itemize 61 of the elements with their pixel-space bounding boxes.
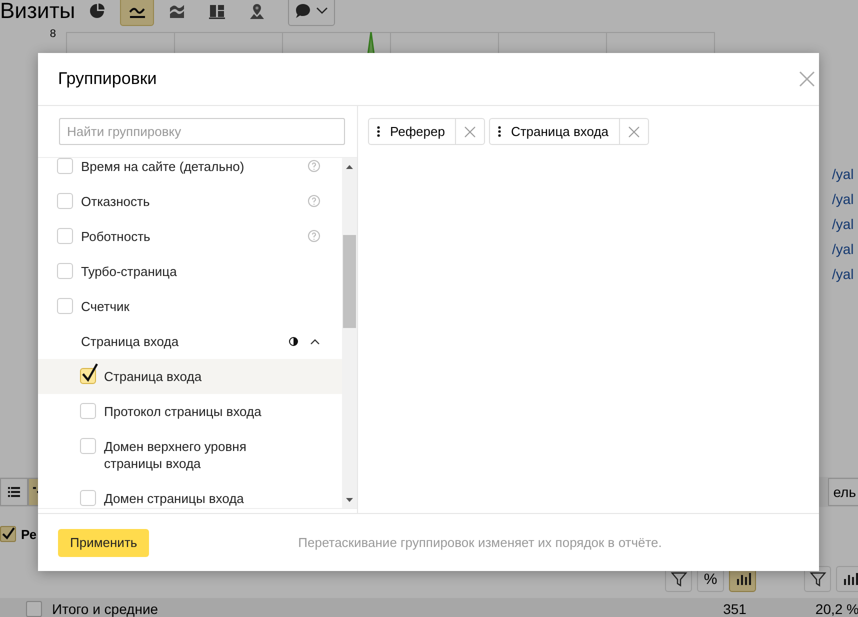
drag-handle-icon <box>498 126 501 137</box>
row-checkbox[interactable] <box>26 601 42 617</box>
caret-up-icon <box>310 338 320 344</box>
checkbox[interactable] <box>80 438 96 454</box>
checkbox[interactable] <box>80 490 96 506</box>
scrollbar-thumb[interactable] <box>343 235 356 328</box>
totals-label: Итого и средние <box>52 601 158 617</box>
list-item[interactable]: Домен страницы входа <box>38 481 342 508</box>
check-icon <box>1 527 15 541</box>
comment-dropdown[interactable] <box>288 0 335 26</box>
url-link[interactable]: /yal <box>832 216 854 233</box>
half-circle-icon <box>289 337 298 346</box>
table-button[interactable]: ель <box>828 478 858 506</box>
checkbox[interactable] <box>80 403 96 419</box>
close-icon <box>464 126 476 138</box>
checkbox[interactable] <box>57 298 73 314</box>
hint-text: Перетаскивание группировок изменяет их порядок в отчёте. <box>298 535 662 550</box>
list-item[interactable]: Протокол страницы входа <box>38 394 342 429</box>
list-icon <box>8 487 20 497</box>
drag-handle-icon <box>377 126 380 137</box>
row-label: Ре <box>21 526 37 542</box>
list-item[interactable]: Страница входа <box>38 359 342 394</box>
caret-down-icon <box>316 7 328 15</box>
area-chart-icon <box>169 3 185 19</box>
speech-bubble-icon <box>295 3 312 19</box>
grouping-chip[interactable]: Страница входа <box>488 118 649 145</box>
close-icon <box>799 71 815 87</box>
list-item[interactable]: Время на сайте (детально) <box>38 158 342 184</box>
bars-toggle[interactable] <box>836 566 858 592</box>
check-icon <box>81 363 99 383</box>
filter-icon <box>808 570 826 588</box>
close-icon <box>628 126 640 138</box>
scroll-down-icon <box>346 498 353 502</box>
url-link[interactable]: /yal <box>832 191 854 208</box>
url-link[interactable]: /yal <box>832 266 854 283</box>
apply-button[interactable]: Применить <box>58 528 150 556</box>
grouping-chip[interactable]: Реферер <box>368 118 485 145</box>
chart-type-button[interactable] <box>120 0 154 26</box>
totals-value: 351 <box>723 601 746 617</box>
map-pin-icon <box>249 3 265 19</box>
list-item[interactable]: Турбо-страница <box>38 254 342 289</box>
url-link[interactable]: /yal <box>832 166 854 183</box>
list-item[interactable]: Отказность <box>38 184 342 219</box>
checkbox[interactable] <box>57 158 73 174</box>
row-checkbox[interactable] <box>0 526 16 542</box>
checkbox[interactable] <box>57 228 73 244</box>
dialog-title: Группировки <box>58 69 157 89</box>
pie-chart-icon <box>89 3 105 19</box>
report-title: Визиты <box>0 0 76 24</box>
list-view-button[interactable] <box>0 478 28 506</box>
list-item[interactable]: Роботность <box>38 219 342 254</box>
list-item[interactable]: Счетчик <box>38 289 342 324</box>
checkbox[interactable] <box>57 263 73 279</box>
scrollbar[interactable] <box>342 158 357 508</box>
filter-icon <box>670 570 688 588</box>
list-item[interactable]: Домен верхнего уровня страницы входа <box>38 429 342 481</box>
search-field[interactable]: Найти группировку <box>59 118 345 145</box>
url-link[interactable]: /yal <box>832 241 854 258</box>
checkbox[interactable] <box>57 193 73 209</box>
scroll-up-icon <box>346 165 353 169</box>
group-header[interactable]: Страница входа <box>38 324 342 359</box>
